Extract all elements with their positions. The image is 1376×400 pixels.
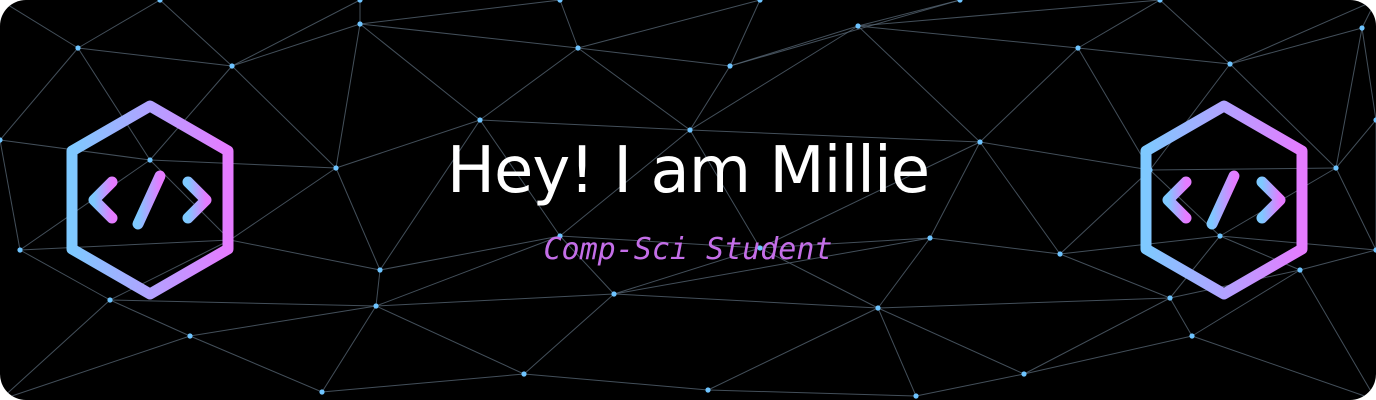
network-line — [577, 0, 761, 49]
network-line — [1229, 0, 1376, 65]
network-line — [1169, 297, 1193, 337]
network-node — [477, 117, 483, 123]
network-line — [1023, 335, 1193, 375]
network-node — [1075, 45, 1081, 51]
network-line — [359, 23, 579, 49]
network-line — [707, 389, 917, 397]
network-node — [521, 371, 527, 377]
network-node — [373, 303, 379, 309]
network-line — [857, 25, 981, 143]
network-line — [877, 297, 1171, 309]
network-line — [1361, 0, 1376, 29]
network-line — [523, 373, 709, 391]
network-line — [231, 23, 361, 67]
network-line — [0, 0, 79, 49]
network-line — [189, 305, 377, 337]
network-line — [321, 305, 377, 393]
network-node — [1189, 333, 1195, 339]
network-node — [855, 23, 861, 29]
network-line — [77, 0, 161, 49]
network-line — [915, 373, 1025, 397]
network-line — [359, 23, 481, 121]
network-node — [913, 393, 919, 399]
network-line — [1229, 27, 1363, 65]
network-node — [1021, 371, 1027, 377]
network-node — [705, 387, 711, 393]
network-line — [577, 47, 691, 131]
network-line — [375, 269, 381, 307]
network-line — [189, 335, 323, 393]
network-node — [1227, 61, 1233, 67]
network-node — [875, 305, 881, 311]
network-line — [1361, 27, 1376, 121]
network-line — [0, 299, 111, 400]
network-line — [1191, 335, 1376, 400]
network-line — [613, 293, 879, 309]
header-banner: Hey! I am Millie Comp-Sci Student — [0, 0, 1376, 400]
network-line — [1077, 47, 1231, 65]
network-line — [577, 47, 731, 67]
network-node — [1359, 25, 1365, 31]
network-line — [729, 25, 859, 67]
network-line — [375, 305, 525, 375]
network-line — [877, 307, 1025, 375]
network-line — [857, 25, 1079, 49]
network-line — [689, 65, 731, 131]
network-line — [707, 307, 879, 391]
network-line — [559, 0, 579, 49]
network-line — [877, 307, 917, 397]
network-node — [0, 0, 3, 3]
network-node — [357, 21, 363, 27]
network-node — [557, 0, 563, 3]
code-hexagon-icon — [1140, 100, 1308, 300]
network-line — [523, 293, 615, 375]
network-line — [479, 47, 579, 121]
network-line — [729, 0, 761, 67]
network-line — [359, 0, 561, 25]
network-line — [1159, 0, 1231, 65]
network-line — [375, 293, 615, 307]
network-line — [77, 47, 233, 67]
network-node — [575, 45, 581, 51]
network-node — [357, 0, 363, 3]
network-node — [319, 389, 325, 395]
network-node — [187, 333, 193, 339]
network-line — [159, 0, 233, 67]
network-node — [611, 291, 617, 297]
network-line — [109, 299, 191, 337]
network-line — [857, 0, 1161, 27]
network-node — [75, 45, 81, 51]
network-line — [231, 0, 361, 67]
network-node — [727, 63, 733, 69]
network-line — [1077, 0, 1161, 49]
network-node — [757, 0, 763, 3]
network-line — [689, 25, 859, 131]
network-line — [1023, 297, 1171, 375]
network-line — [321, 373, 525, 393]
network-node — [957, 0, 963, 3]
network-node — [229, 63, 235, 69]
network-line — [0, 335, 191, 400]
